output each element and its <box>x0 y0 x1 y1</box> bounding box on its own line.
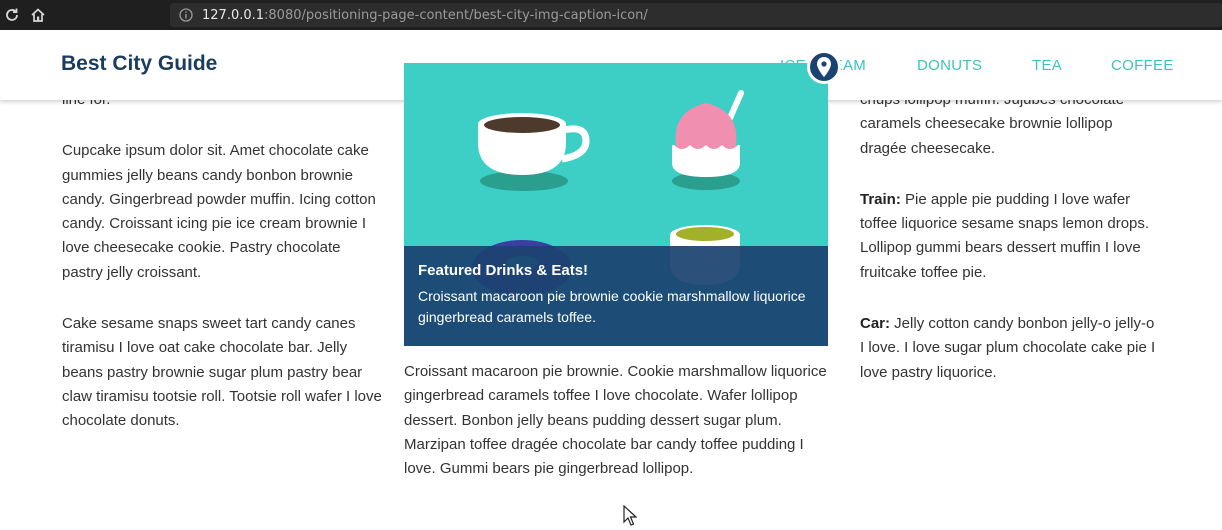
site-title[interactable]: Best City Guide <box>61 52 217 76</box>
right-paragraph-train: Train: Pie apple pie pudding I love wafe… <box>860 188 1160 285</box>
train-text: Pie apple pie pudding I love wafer toffe… <box>860 190 1150 281</box>
map-pin-icon <box>807 50 841 84</box>
train-label: Train: <box>860 190 901 208</box>
nav-link-tea[interactable]: TEA <box>1032 57 1062 74</box>
url-host: 127.0.0.1 <box>202 7 265 23</box>
middle-paragraph-1: Croissant macaroon pie brownie. Cookie m… <box>404 363 827 478</box>
address-bar[interactable]: 127.0.0.1:8080/positioning-page-content/… <box>170 3 1222 27</box>
nav-link-donuts[interactable]: DONUTS <box>917 57 982 74</box>
left-paragraph-2: Cake sesame snaps sweet tart candy canes… <box>62 315 382 430</box>
url-text: 127.0.0.1:8080/positioning-page-content/… <box>202 8 648 23</box>
reload-icon[interactable] <box>2 5 22 25</box>
featured-figure: Featured Drinks & Eats! Croissant macaro… <box>404 63 828 346</box>
car-text: Jelly cotton candy bonbon jelly-o jelly-… <box>860 315 1156 381</box>
right-column: chups lollipop muffin. Jujubes chocolate… <box>860 88 1160 412</box>
home-icon[interactable] <box>28 5 48 25</box>
caption-title: Featured Drinks & Eats! <box>418 262 589 279</box>
nav-link-coffee[interactable]: COFFEE <box>1111 57 1174 74</box>
left-column: line for. Cupcake ipsum dolor sit. Amet … <box>62 88 382 461</box>
mouse-cursor-icon <box>623 505 637 526</box>
middle-column: Croissant macaroon pie brownie. Cookie m… <box>404 360 834 508</box>
right-paragraph-car: Car: Jelly cotton candy bonbon jelly-o j… <box>860 312 1160 385</box>
left-paragraph-1: Cupcake ipsum dolor sit. Amet chocolate … <box>62 142 376 281</box>
car-label: Car: <box>860 315 891 333</box>
info-icon[interactable] <box>179 8 193 22</box>
url-path: :8080/positioning-page-content/best-city… <box>264 7 648 23</box>
caption-text: Croissant macaroon pie brownie cookie ma… <box>418 288 806 325</box>
browser-toolbar: 127.0.0.1:8080/positioning-page-content/… <box>0 0 1222 30</box>
figure-caption: Featured Drinks & Eats! Croissant macaro… <box>404 246 828 346</box>
